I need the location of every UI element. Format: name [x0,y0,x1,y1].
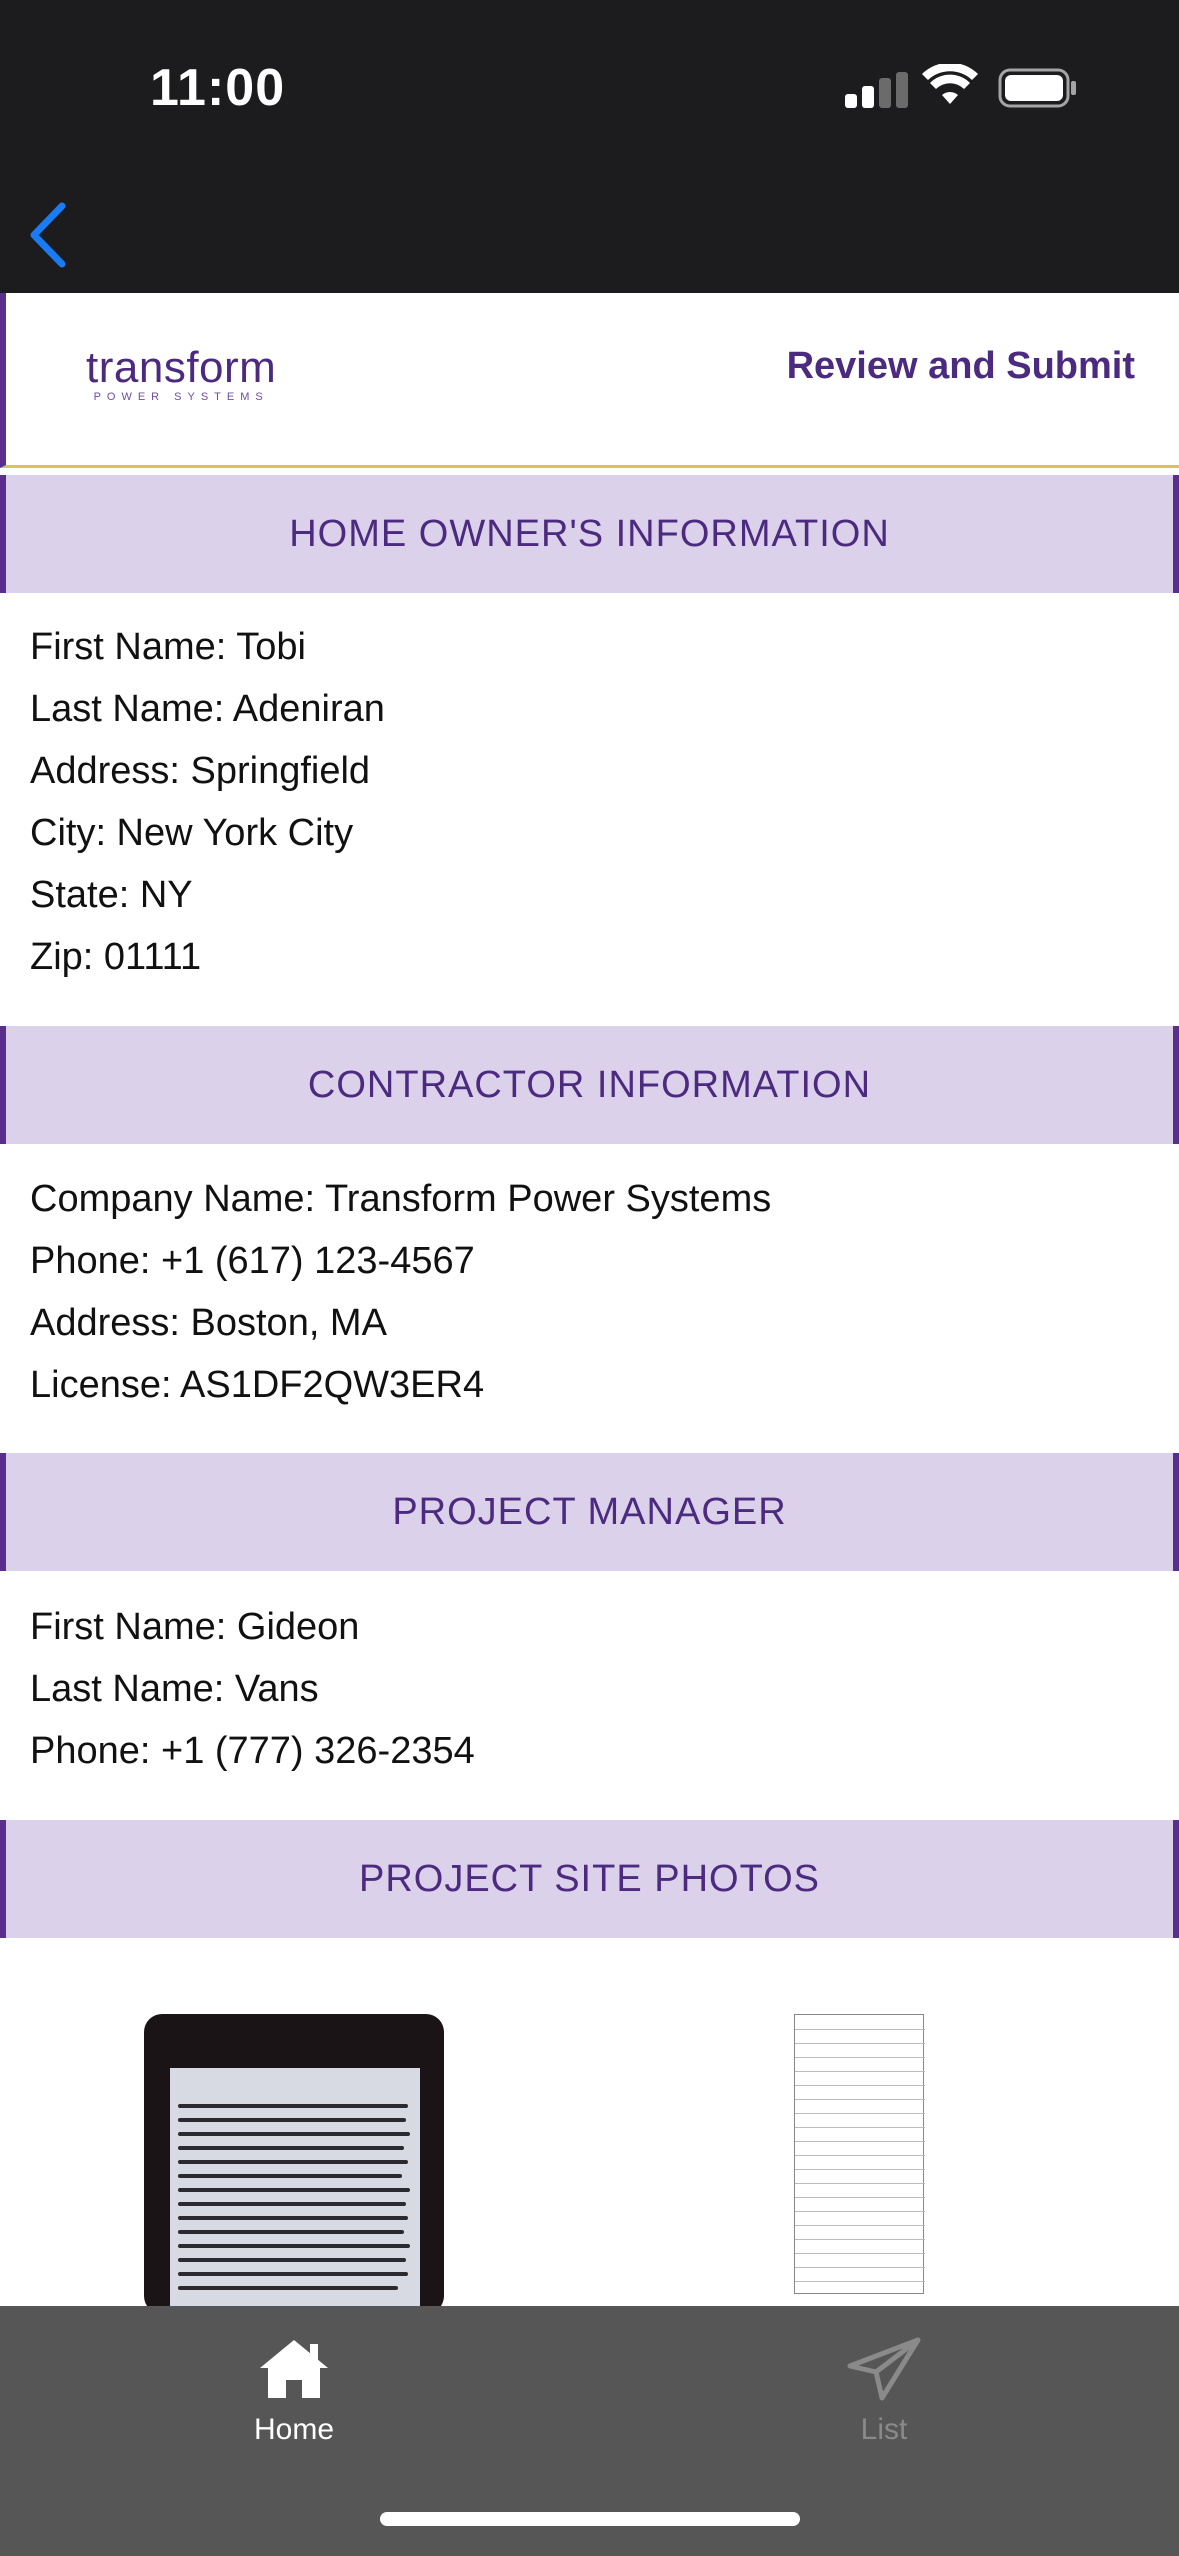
photo-text-line [178,2188,410,2192]
home-indicator[interactable] [380,2512,800,2526]
photo-text-line [178,2244,410,2248]
photo-table-row [795,2253,925,2254]
photo-table [794,2014,925,2294]
back-button[interactable] [18,198,78,272]
home-owner-first-name: First Name: Tobi [30,626,306,668]
section-header-contractor: CONTRACTOR INFORMATION [0,1026,1179,1144]
contractor-license: License: AS1DF2QW3ER4 [30,1364,485,1406]
section-header-project-manager: PROJECT MANAGER [0,1453,1179,1571]
tab-home-label: Home [253,2413,335,2446]
photo-table-row [795,2057,925,2058]
wifi-icon [922,64,978,104]
photo-text-line [178,2202,406,2206]
logo-subtitle: POWER SYSTEMS [93,391,269,403]
manager-phone: Phone: +1 (777) 326-2354 [30,1730,475,1772]
navigation-bar: 11:00 [0,0,1179,293]
home-owner-address: Address: Springfield [30,750,371,792]
photo-table-row [795,2239,925,2240]
site-photo-table[interactable] [760,2010,1020,2316]
photo-table-row [795,2211,925,2212]
photo-text-line [178,2174,402,2178]
manager-last-name: Last Name: Vans [30,1668,319,1710]
photo-text-line [178,2132,410,2136]
section-title: CONTRACTOR INFORMATION [307,1063,872,1106]
photo-text-line [178,2104,408,2108]
photo-table-row [795,2225,925,2226]
photo-table-row [795,2281,925,2282]
contractor-phone: Phone: +1 (617) 123-4567 [30,1240,475,1282]
photo-text-line [178,2258,406,2262]
photo-table-row [795,2029,925,2030]
photo-table-row [795,2141,925,2142]
photo-table-row [795,2183,925,2184]
tab-list[interactable]: List [754,2336,1014,2447]
photo-text-line [178,2216,408,2220]
photo-text-line [178,2230,404,2234]
contractor-address: Address: Boston, MA [30,1302,387,1344]
photo-table-row [795,2127,925,2128]
photo-text-line [178,2286,398,2290]
photo-text-line [178,2160,408,2164]
manager-first-name: First Name: Gideon [30,1606,360,1648]
photo-table-row [795,2197,925,2198]
home-owner-details: First Name: Tobi Last Name: Adeniran Add… [30,616,385,988]
battery-icon [998,68,1076,108]
cellular-signal-icon [845,72,909,108]
photo-table-row [795,2085,925,2086]
section-title: PROJECT MANAGER [392,1490,787,1533]
project-manager-details: First Name: Gideon Last Name: Vans Phone… [30,1596,475,1782]
transform-logo: transform POWER SYSTEMS [86,343,276,403]
photo-table-row [795,2099,925,2100]
home-owner-city: City: New York City [30,812,354,854]
photo-table-row [795,2169,925,2170]
paper-plane-icon [847,2337,921,2401]
section-header-site-photos: PROJECT SITE PHOTOS [0,1820,1179,1938]
home-owner-state: State: NY [30,874,193,916]
photo-table-row [795,2155,925,2156]
contractor-company: Company Name: Transform Power Systems [30,1178,772,1220]
section-title: PROJECT SITE PHOTOS [358,1857,820,1900]
tab-home[interactable]: Home [164,2336,424,2447]
site-photo-document[interactable] [144,2014,444,2314]
home-owner-zip: Zip: 01111 [30,936,202,978]
photo-text-line [178,2118,406,2122]
review-and-submit-title[interactable]: Review and Submit [787,345,1135,388]
chevron-left-icon [30,202,66,268]
photo-table-row [795,2043,925,2044]
photo-text-line [178,2272,408,2276]
home-icon [260,2340,328,2398]
status-time: 11:00 [150,59,286,117]
page-header: transform POWER SYSTEMS Review and Submi… [0,293,1179,468]
home-owner-last-name: Last Name: Adeniran [30,688,385,730]
section-title: HOME OWNER'S INFORMATION [289,512,890,555]
contractor-details: Company Name: Transform Power Systems Ph… [30,1168,771,1416]
photo-table-row [795,2113,925,2114]
photo-text-line [178,2146,404,2150]
section-header-home-owner: HOME OWNER'S INFORMATION [0,475,1179,593]
tab-list-label: List [860,2413,908,2446]
logo-wordmark: transform [86,343,277,392]
photo-table-row [795,2071,925,2072]
photo-table-row [795,2267,925,2268]
